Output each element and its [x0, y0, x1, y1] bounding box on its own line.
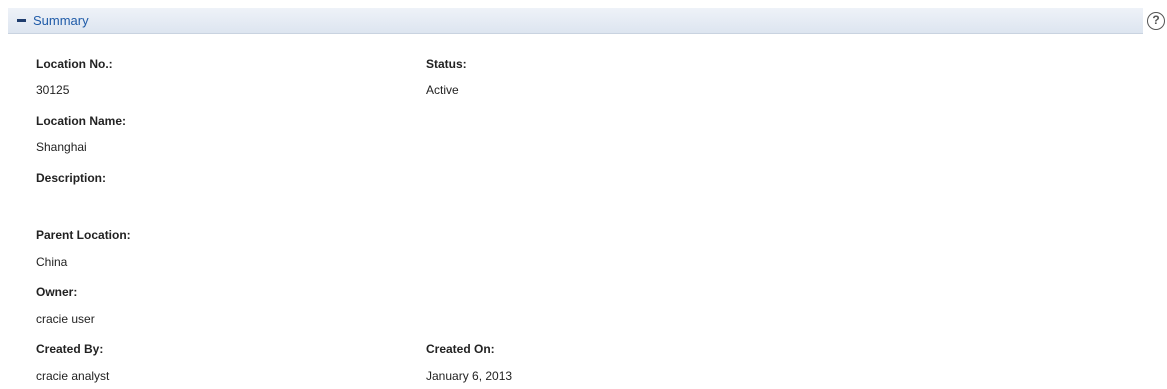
parent-location-label: Parent Location:	[36, 228, 131, 242]
summary-section-header: Summary	[8, 8, 1143, 34]
parent-location-value: China	[36, 255, 68, 269]
location-no-value: 30125	[36, 83, 70, 97]
summary-page: Summary ? Location No.: 30125 Status: Ac…	[0, 0, 1167, 389]
status-label: Status:	[426, 57, 467, 71]
created-by-label: Created By:	[36, 342, 104, 356]
owner-value: cracie user	[36, 312, 95, 326]
section-title[interactable]: Summary	[33, 13, 89, 28]
location-name-label: Location Name:	[36, 114, 127, 128]
location-name-value: Shanghai	[36, 140, 87, 154]
summary-collapse-toggle[interactable]: Summary	[17, 13, 89, 28]
created-by-value: cracie analyst	[36, 369, 110, 383]
help-icon[interactable]: ?	[1147, 12, 1165, 30]
minus-icon[interactable]	[17, 19, 26, 22]
description-label: Description:	[36, 171, 107, 185]
status-value: Active	[426, 83, 459, 97]
created-on-label: Created On:	[426, 342, 495, 356]
created-on-value: January 6, 2013	[426, 369, 513, 383]
owner-label: Owner:	[36, 285, 78, 299]
location-no-label: Location No.:	[36, 57, 113, 71]
